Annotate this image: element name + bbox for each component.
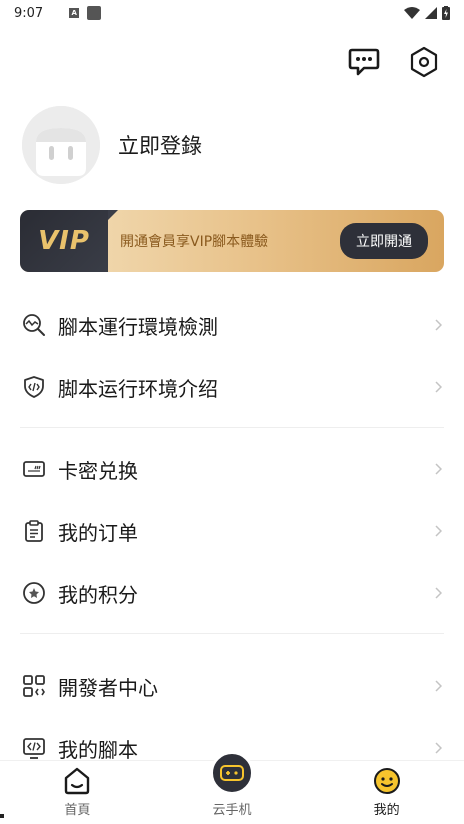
menu-label-developer-center: 開發者中心 — [58, 675, 158, 700]
divider — [20, 427, 444, 428]
hexagon-settings-icon — [410, 46, 438, 78]
points-icon — [22, 581, 46, 605]
cloud-phone-button[interactable] — [210, 751, 254, 795]
smiley-face-icon — [373, 768, 400, 794]
chat-icon — [348, 48, 380, 76]
menu-item-env-check[interactable]: 腳本運行環境檢測 — [0, 294, 464, 356]
grid-icon — [22, 674, 46, 698]
battery-icon — [442, 6, 450, 20]
settings-button[interactable] — [406, 44, 442, 80]
chat-button[interactable] — [346, 44, 382, 80]
menu-item-points[interactable]: 我的积分 — [0, 562, 464, 624]
menu-label-card-redeem: 卡密兑换 — [58, 458, 138, 483]
environment-check-icon — [22, 313, 46, 337]
header-actions — [346, 44, 442, 80]
chevron-right-icon — [432, 462, 444, 476]
profile-section[interactable]: 立即登錄 — [22, 106, 202, 184]
vip-open-button[interactable]: 立即開通 — [340, 223, 428, 259]
chevron-right-icon — [432, 586, 444, 600]
menu-group-environment: 腳本運行環境檢測 脚本运行环境介绍 — [0, 294, 464, 428]
wifi-icon — [404, 7, 420, 19]
status-notifications: A — [69, 6, 102, 20]
clipboard-icon — [22, 519, 46, 543]
status-time: 9:07 — [14, 5, 44, 21]
menu-label-points: 我的积分 — [58, 582, 138, 607]
bottom-nav: 首頁 云手机 我的 — [0, 751, 464, 824]
home-icon — [65, 767, 90, 795]
default-avatar-icon — [22, 106, 100, 184]
nav-mine[interactable]: 我的 — [309, 761, 464, 824]
signal-icon — [425, 7, 437, 19]
menu-item-developer-center[interactable]: 開發者中心 — [0, 655, 464, 717]
nav-cloud-phone-label: 云手机 — [212, 803, 252, 818]
status-right-icons — [404, 6, 450, 20]
menu-label-env-check: 腳本運行環境檢測 — [58, 314, 218, 339]
chevron-right-icon — [432, 679, 444, 693]
vip-description: 開通會員享VIP腳本體驗 — [120, 234, 269, 250]
nav-home[interactable]: 首頁 — [0, 761, 155, 824]
avatar[interactable] — [22, 106, 100, 184]
notification-square-icon — [87, 6, 102, 20]
chevron-right-icon — [432, 524, 444, 538]
notification-a-icon: A — [69, 8, 80, 18]
divider — [20, 633, 444, 634]
code-screen-icon — [22, 736, 46, 760]
chevron-right-icon — [432, 741, 444, 755]
menu-item-env-intro[interactable]: 脚本运行环境介绍 — [0, 356, 464, 418]
chevron-right-icon — [432, 380, 444, 394]
menu-label-env-intro: 脚本运行环境介绍 — [58, 376, 218, 401]
nav-home-label: 首頁 — [64, 803, 91, 818]
vip-banner[interactable]: VIP 開通會員享VIP腳本體驗 立即開通 — [20, 210, 444, 272]
chevron-right-icon — [432, 318, 444, 332]
menu-label-orders: 我的订单 — [58, 520, 138, 545]
card-icon — [22, 457, 46, 481]
menu-item-orders[interactable]: 我的订单 — [0, 500, 464, 562]
menu-group-account: 卡密兑换 我的订单 我的积分 — [0, 438, 464, 634]
login-label[interactable]: 立即登錄 — [118, 130, 202, 160]
menu-item-card-redeem[interactable]: 卡密兑换 — [0, 438, 464, 500]
nav-mine-label: 我的 — [373, 803, 400, 818]
nav-cloud-phone[interactable]: 云手机 — [155, 751, 310, 824]
gamepad-icon — [220, 765, 244, 781]
vip-logo-panel: VIP — [20, 210, 118, 272]
status-bar: 9:07 A — [0, 0, 464, 26]
vip-logo: VIP — [38, 226, 90, 256]
edge-marker — [0, 814, 4, 818]
shield-code-icon — [22, 375, 46, 399]
